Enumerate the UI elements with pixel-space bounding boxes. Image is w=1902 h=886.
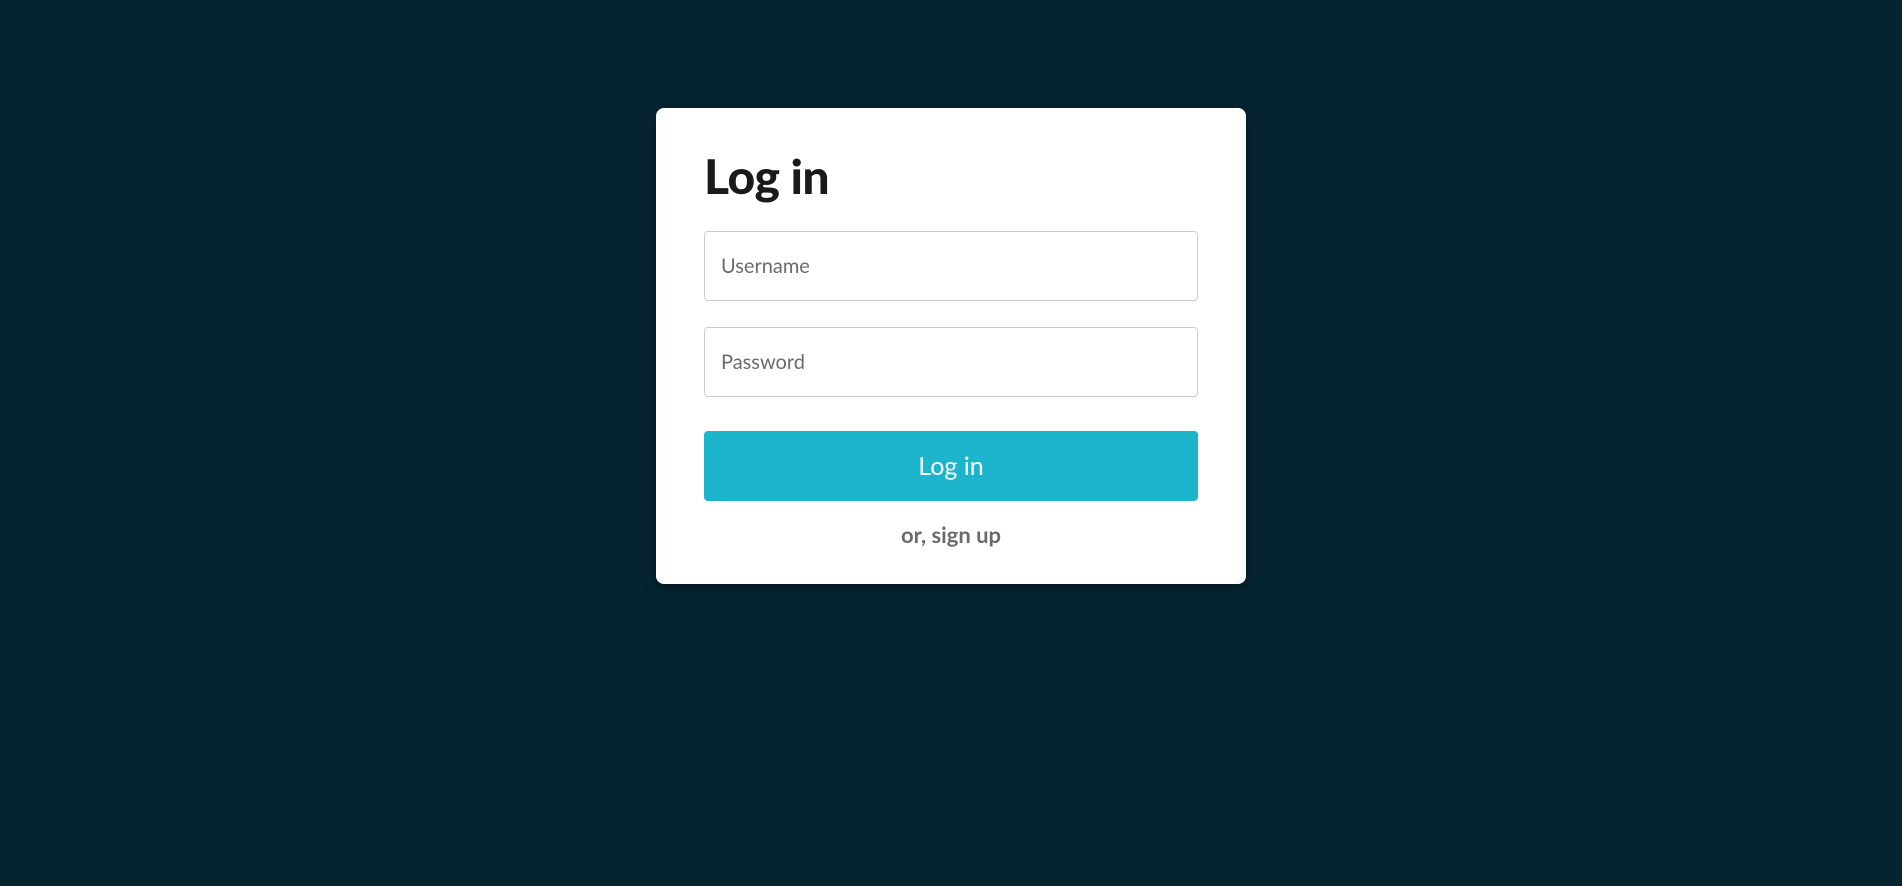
username-input[interactable] <box>704 231 1198 301</box>
password-input[interactable] <box>704 327 1198 397</box>
login-button[interactable]: Log in <box>704 431 1198 501</box>
signup-link[interactable]: or, sign up <box>704 521 1198 548</box>
login-card: Log in Log in or, sign up <box>656 108 1246 584</box>
login-title: Log in <box>704 148 1198 205</box>
